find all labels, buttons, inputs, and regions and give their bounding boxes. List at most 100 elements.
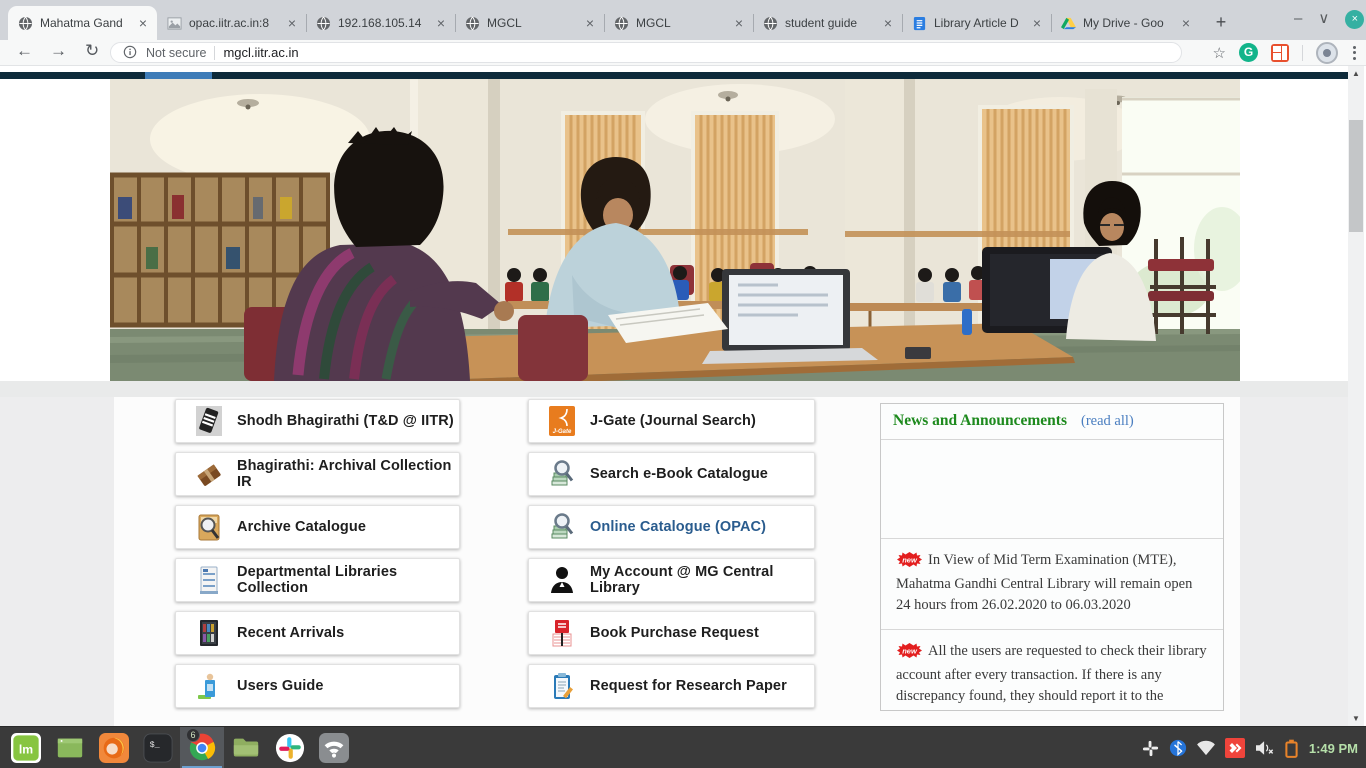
tab-opac-iitr-ac-in-8[interactable]: opac.iitr.ac.in:8 × <box>157 6 306 40</box>
reload-button[interactable]: ↻ <box>85 41 99 61</box>
bookmark-star-icon[interactable]: ☆ <box>1213 44 1226 62</box>
dock-terminal-icon[interactable]: $_ <box>136 727 180 768</box>
tab-title: opac.iitr.ac.in:8 <box>189 16 279 30</box>
quick-link-label: J-Gate (Journal Search) <box>590 413 756 429</box>
new-badge-icon: new <box>896 552 923 574</box>
quick-link-online-catalogue-opac[interactable]: Online Catalogue (OPAC) <box>528 505 815 549</box>
chrome-menu-icon[interactable] <box>1351 44 1358 62</box>
dock-mint-menu-icon[interactable]: lm <box>4 727 48 768</box>
quick-link-label: Users Guide <box>237 678 324 694</box>
tab-close-icon[interactable]: × <box>1180 16 1192 30</box>
book-search-icon <box>549 512 575 542</box>
minimize-button[interactable]: – <box>1294 9 1302 29</box>
quick-link-label: Departmental Libraries Collection <box>237 564 459 596</box>
tray-slack-tray-icon[interactable] <box>1141 739 1160 758</box>
dock-show-desktop-icon[interactable] <box>48 727 92 768</box>
tab-title: student guide <box>785 16 875 30</box>
tab-192-168-105-14[interactable]: 192.168.105.14× <box>306 6 455 40</box>
taskbar: lm $_ 6 1:49 PM <box>0 726 1366 768</box>
tab-student-guide[interactable]: student guide × <box>753 6 902 40</box>
omnibox-divider <box>214 46 215 60</box>
new-tab-button[interactable]: + <box>1208 10 1234 36</box>
info-icon[interactable] <box>123 45 138 60</box>
quick-link-request-for-research-paper[interactable]: Request for Research Paper <box>528 664 815 708</box>
dock-slack-icon[interactable] <box>268 727 312 768</box>
tabs-container: Mahatma Gand×opac.iitr.ac.in:8×192.168.1… <box>8 6 1200 40</box>
page-scrollbar[interactable]: ▲ ▼ <box>1348 66 1364 726</box>
tray-wifi-icon[interactable] <box>1196 740 1216 756</box>
tab-close-icon[interactable]: × <box>584 16 596 30</box>
quick-link-j-gate-journal-search[interactable]: J-Gate J-Gate (Journal Search) <box>528 399 815 443</box>
quick-link-label: Search e-Book Catalogue <box>590 466 768 482</box>
grammarly-extension-icon[interactable]: G <box>1239 43 1258 62</box>
back-button[interactable]: ← <box>16 41 33 61</box>
tab-mgcl[interactable]: MGCL × <box>604 6 753 40</box>
tab-close-icon[interactable]: × <box>1031 16 1043 30</box>
quick-link-users-guide[interactable]: Users Guide <box>175 664 460 708</box>
clipboard-pencil-icon <box>549 671 575 701</box>
quick-link-recent-arrivals[interactable]: Recent Arrivals <box>175 611 460 655</box>
tray-anydesk-icon[interactable] <box>1225 738 1245 758</box>
svg-text:new: new <box>902 556 918 565</box>
tab-close-icon[interactable]: × <box>733 16 745 30</box>
scrollbar-thumb[interactable] <box>1349 120 1363 232</box>
scroll-down-arrow-icon[interactable]: ▼ <box>1348 714 1364 723</box>
thesis-icon <box>196 406 222 436</box>
tab-my-drive-goo[interactable]: My Drive - Goo× <box>1051 6 1200 40</box>
dock-network-app-icon[interactable] <box>312 727 356 768</box>
tab-title: MGCL <box>636 16 726 30</box>
svg-text:J-Gate: J-Gate <box>553 429 572 435</box>
svg-text:$_: $_ <box>150 740 161 750</box>
tab-close-icon[interactable]: × <box>882 16 894 30</box>
tab-library-article-d[interactable]: Library Article D× <box>902 6 1051 40</box>
restore-button[interactable]: ∨ <box>1318 9 1329 29</box>
dock-firefox-icon[interactable] <box>92 727 136 768</box>
section-divider-band <box>0 381 1348 397</box>
red-book-icon <box>549 618 575 648</box>
close-button[interactable]: × <box>1345 10 1364 29</box>
quick-link-shodh-bhagirathi-t-d-iitr[interactable]: Shodh Bhagirathi (T&D @ IITR) <box>175 399 460 443</box>
scroll-up-arrow-icon[interactable]: ▲ <box>1348 69 1364 78</box>
dock-files-icon[interactable] <box>224 727 268 768</box>
globe-icon <box>614 16 629 31</box>
tray-battery-icon[interactable] <box>1285 739 1298 758</box>
tab-close-icon[interactable]: × <box>137 16 149 30</box>
google-drive-icon <box>1061 16 1076 31</box>
read-all-link[interactable]: (read all) <box>1081 413 1134 430</box>
extension-icon[interactable] <box>1271 44 1289 62</box>
tab-close-icon[interactable]: × <box>435 16 447 30</box>
tab-title: MGCL <box>487 16 577 30</box>
quick-link-book-purchase-request[interactable]: Book Purchase Request <box>528 611 815 655</box>
taskbar-clock[interactable]: 1:49 PM <box>1309 727 1358 768</box>
quick-link-label: Recent Arrivals <box>237 625 344 641</box>
forward-button[interactable]: → <box>50 41 67 61</box>
tray-bluetooth-icon[interactable] <box>1169 739 1187 757</box>
page-content: Shodh Bhagirathi (T&D @ IITR) Bhagirathi:… <box>0 66 1366 726</box>
quick-link-label: Book Purchase Request <box>590 625 759 641</box>
quick-link-departmental-libraries-collection[interactable]: Departmental Libraries Collection <box>175 558 460 602</box>
quick-link-bhagirathi-archival-collection-ir[interactable]: Bhagirathi: Archival Collection IR <box>175 452 460 496</box>
new-badge-icon: new <box>896 643 923 665</box>
chrome-tab-count-badge: 6 <box>186 728 200 742</box>
quick-link-archive-catalogue[interactable]: Archive Catalogue <box>175 505 460 549</box>
quick-link-my-account-mg-central-library[interactable]: My Account @ MG Central Library <box>528 558 815 602</box>
tray-volume-muted-icon[interactable] <box>1254 739 1276 757</box>
news-panel: News and Announcements (read all) newIn … <box>880 403 1224 711</box>
svg-text:new: new <box>902 647 918 656</box>
toolbar-divider <box>1302 45 1303 61</box>
taskbar-dock: lm $_ 6 <box>4 727 356 768</box>
address-bar[interactable]: Not secure mgcl.iitr.ac.in <box>110 42 1182 63</box>
site-nav-active-item[interactable] <box>145 72 212 79</box>
tab-title: Mahatma Gand <box>40 16 130 30</box>
recent-shelf-icon <box>196 618 222 648</box>
tab-mgcl[interactable]: MGCL × <box>455 6 604 40</box>
quick-links-section: Shodh Bhagirathi (T&D @ IITR) Bhagirathi:… <box>0 397 1348 726</box>
tab-mahatma-gand[interactable]: Mahatma Gand × <box>8 6 157 40</box>
tab-close-icon[interactable]: × <box>286 16 298 30</box>
dock-chrome-icon[interactable]: 6 <box>180 727 224 768</box>
dept-shelf-icon <box>196 565 222 595</box>
profile-avatar[interactable] <box>1316 42 1338 64</box>
quick-link-search-e-book-catalogue[interactable]: Search e-Book Catalogue <box>528 452 815 496</box>
quick-link-label: My Account @ MG Central Library <box>590 564 814 596</box>
quick-link-label: Online Catalogue (OPAC) <box>590 519 766 535</box>
